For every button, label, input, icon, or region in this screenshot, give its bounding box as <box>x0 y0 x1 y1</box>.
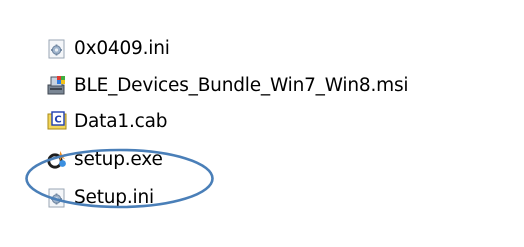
file-name: 0x0409.ini <box>74 38 170 59</box>
file-name: BLE_Devices_Bundle_Win7_Win8.msi <box>74 74 409 96</box>
file-name: Data1.cab <box>74 110 168 132</box>
file-item-data1-cab[interactable]: C Data1.cab <box>46 103 408 139</box>
file-name: setup.exe <box>74 148 163 170</box>
file-item-setup-ini[interactable]: Setup.ini <box>46 179 408 216</box>
file-item-0x0409-ini[interactable]: 0x0409.ini <box>46 30 408 67</box>
file-explorer-view: 0x0409.ini BLE_Devices_Bundle_Win7_Win8.… <box>0 0 524 247</box>
ini-settings-icon <box>46 187 68 209</box>
ini-settings-icon <box>46 38 68 60</box>
file-item-ble-devices-bundle-msi[interactable]: BLE_Devices_Bundle_Win7_Win8.msi <box>46 67 409 103</box>
file-list: 0x0409.ini BLE_Devices_Bundle_Win7_Win8.… <box>46 30 409 216</box>
setup-exe-icon <box>46 148 68 170</box>
file-item-setup-exe[interactable]: setup.exe <box>46 139 408 179</box>
file-name: Setup.ini <box>74 187 154 208</box>
cab-archive-icon: C <box>46 110 68 132</box>
msi-installer-icon <box>46 74 68 96</box>
svg-text:C: C <box>54 115 61 126</box>
